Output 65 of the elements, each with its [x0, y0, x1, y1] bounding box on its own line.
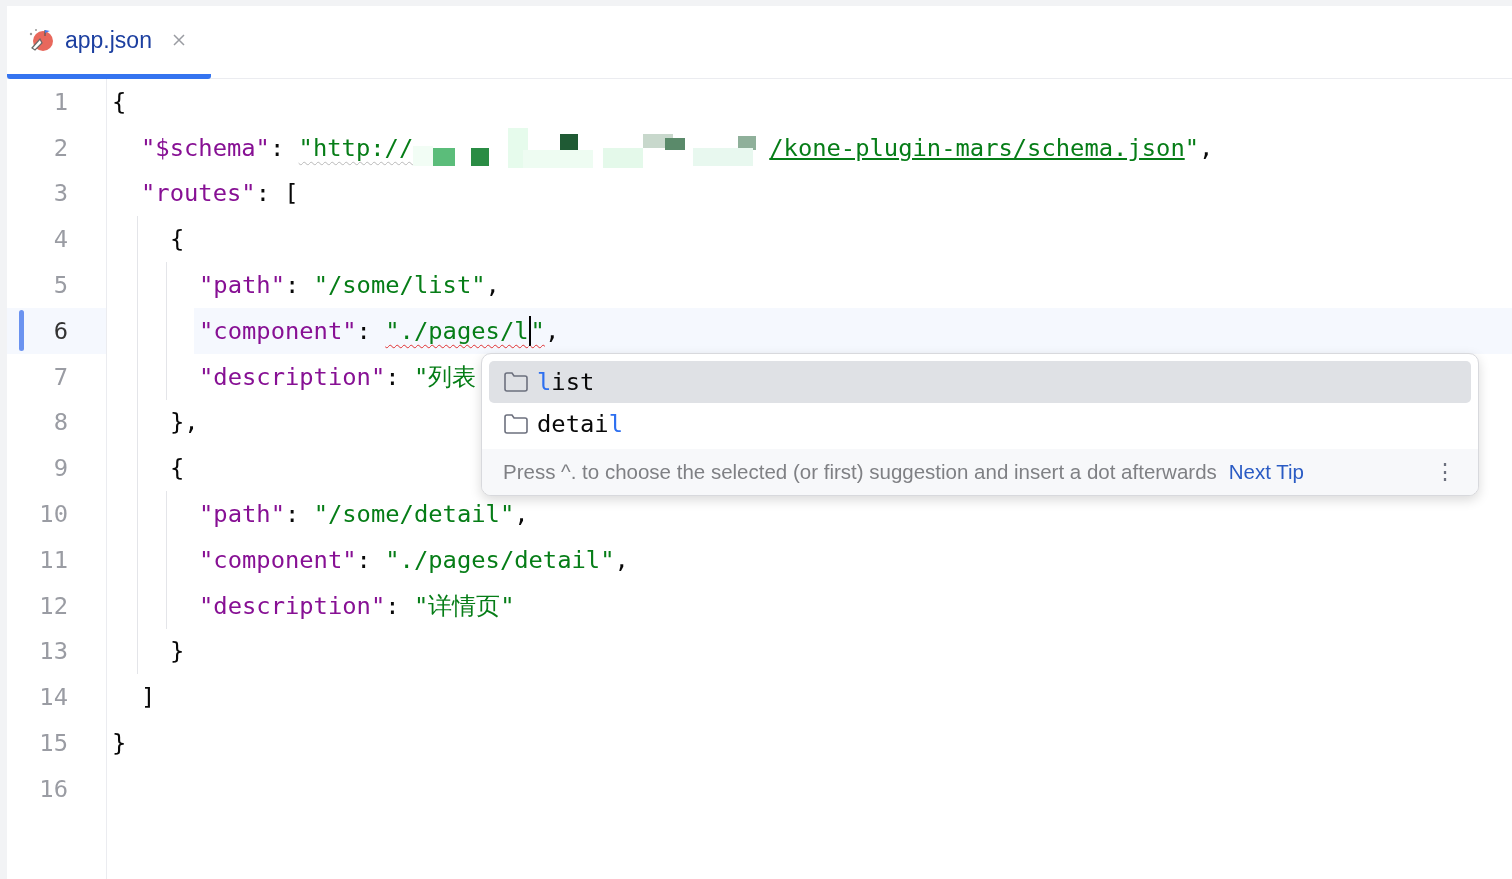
close-icon [171, 33, 186, 47]
line-number: 10 [39, 500, 68, 529]
punctuation: : [356, 545, 372, 574]
json-key: "component" [199, 545, 357, 574]
more-options-button[interactable]: ⋮ [1434, 459, 1456, 485]
punctuation: : [385, 362, 401, 391]
punctuation: ] [141, 683, 156, 712]
text-cursor [528, 315, 531, 346]
line-number: 11 [39, 545, 68, 574]
line-number: 1 [53, 87, 68, 116]
punctuation: }, [170, 408, 199, 437]
json-string: "/some/list" [313, 271, 486, 300]
json-key: "path" [199, 271, 285, 300]
json-string: "http:// [298, 133, 414, 162]
url-link[interactable]: /kone-plugin-mars/schema.json [769, 133, 1185, 162]
completion-item[interactable]: detail [489, 403, 1471, 445]
json-string: " [1184, 133, 1200, 162]
json-string: " [530, 316, 545, 345]
line-number: 16 [39, 774, 68, 803]
punctuation: : [284, 500, 301, 529]
line-number: 9 [53, 454, 68, 483]
punctuation: , [514, 500, 529, 529]
line-number: 14 [39, 683, 68, 712]
json-key: "$schema" [141, 133, 270, 162]
line-number: 7 [53, 362, 68, 391]
punctuation: : [385, 591, 401, 620]
line-number: 12 [39, 591, 68, 620]
line-number: 6 [53, 316, 68, 345]
line-number: 3 [53, 179, 68, 208]
tip-text: Press ^. to choose the selected (or first) suggestion and insert a dot afterwards [503, 460, 1217, 484]
json-key: "path" [199, 500, 285, 529]
punctuation: : [284, 271, 301, 300]
line-number: 13 [39, 637, 68, 666]
json-key: "component" [199, 316, 357, 345]
file-tab[interactable]: app.json [7, 6, 211, 79]
line-number: 8 [53, 408, 68, 437]
punctuation: : [269, 133, 286, 162]
punctuation: { [112, 87, 127, 116]
punctuation: , [1199, 133, 1214, 162]
line-number: 4 [53, 225, 68, 254]
punctuation: , [614, 545, 629, 574]
json-string: "详情页" [413, 590, 515, 622]
punctuation: { [170, 454, 185, 483]
completion-item[interactable]: list [489, 361, 1471, 403]
punctuation: , [544, 316, 560, 345]
next-tip-link[interactable]: Next Tip [1228, 460, 1304, 484]
line-number: 2 [53, 133, 68, 162]
punctuation: : [ [255, 179, 299, 208]
json-string: "./pages/detail" [385, 545, 615, 574]
json-string: "/some/detail" [313, 500, 515, 529]
json-key: "description" [199, 591, 386, 620]
line-number: 5 [53, 271, 68, 300]
json-string: "列表 [413, 361, 477, 393]
folder-icon [503, 413, 529, 435]
punctuation: } [170, 637, 185, 666]
rocket-icon [27, 26, 55, 54]
punctuation: : [356, 316, 372, 345]
folder-icon [503, 371, 529, 393]
json-key: "routes" [141, 179, 256, 208]
line-number: 15 [39, 729, 68, 758]
json-key: "description" [199, 362, 386, 391]
punctuation: , [485, 271, 500, 300]
punctuation: { [170, 225, 185, 254]
json-string: "./pages/l [385, 316, 529, 345]
punctuation: } [112, 729, 127, 758]
